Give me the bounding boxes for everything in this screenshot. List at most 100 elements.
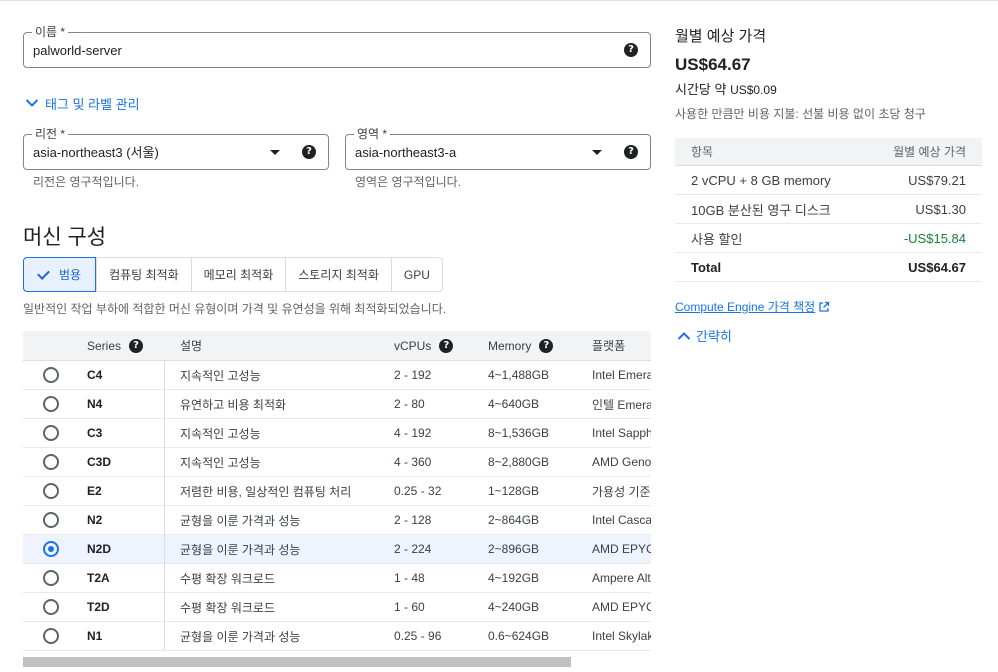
machine-family-description: 일반적인 작업 부하에 적합한 머신 유형이며 가격 및 유연성을 위해 최적화… [23, 302, 447, 316]
check-icon [37, 266, 50, 280]
table-row[interactable]: C3D 지속적인 고성능 4 - 360 8~2,880GB AMD Genoa [23, 448, 651, 477]
table-row[interactable]: N4 유연하고 비용 최적화 2 - 80 4~640GB 인텔 Emera [23, 390, 651, 419]
cell-vcpus: 2 - 128 [394, 513, 432, 527]
cell-platform: AMD EPYC [592, 542, 651, 556]
radio-button[interactable] [43, 599, 59, 615]
manage-tags-link[interactable]: 태그 및 라벨 관리 [25, 94, 140, 112]
tab-compute-optimized[interactable]: 컴퓨팅 최적화 [96, 258, 191, 291]
zone-value: asia-northeast3-a [355, 145, 457, 160]
radio-button[interactable] [43, 454, 59, 470]
table-row[interactable]: N1 균형을 이룬 가격과 성능 0.25 - 96 0.6~624GB Intel S… [23, 622, 651, 651]
tab-storage-optimized[interactable]: 스토리지 최적화 [285, 258, 391, 291]
name-field[interactable]: 이름 * palworld-server ? [23, 25, 651, 68]
pricing-header-row: 항목 월별 예상 가격 [675, 138, 982, 166]
zone-select[interactable]: 영역 * asia-northeast3-a ? [345, 127, 651, 170]
radio-button[interactable] [43, 367, 59, 383]
column-label: vCPUs [394, 338, 432, 353]
tab-general-purpose[interactable]: 범용 [23, 257, 97, 292]
radio-cell [43, 506, 59, 534]
pricing-total-value: US$64.67 [908, 259, 966, 275]
radio-cell [43, 448, 59, 476]
pricing-header-price: 월별 예상 가격 [893, 145, 966, 159]
cell-vcpus: 4 - 192 [394, 426, 432, 440]
cell-platform: 가용성 기준 [592, 484, 651, 499]
pricing-title: 월별 예상 가격 [675, 28, 767, 45]
cell-vcpus: 1 - 48 [394, 571, 425, 585]
radio-cell [43, 622, 59, 650]
table-row[interactable]: C3 지속적인 고성능 4 - 192 8~1,536GB Intel Sapph [23, 419, 651, 448]
cell-memory: 8~2,880GB [488, 455, 550, 469]
cell-series: N1 [87, 629, 103, 643]
cell-platform: Ampere Alt [592, 571, 651, 585]
tab-label: 스토리지 최적화 [298, 268, 379, 282]
manage-tags-label: 태그 및 라벨 관리 [45, 96, 140, 112]
tab-memory-optimized[interactable]: 메모리 최적화 [190, 258, 286, 291]
radio-button[interactable] [43, 512, 59, 528]
table-row[interactable]: T2D 수평 확장 워크로드 1 - 60 4~240GB AMD EPYC [23, 593, 651, 622]
table-row[interactable]: T2A 수평 확장 워크로드 1 - 48 4~192GB Ampere Alt [23, 564, 651, 593]
cell-description: 수평 확장 워크로드 [180, 600, 275, 615]
cell-description: 균형을 이룬 가격과 성능 [180, 629, 301, 644]
table-row[interactable]: E2 저렴한 비용, 일상적인 컴퓨팅 처리 0.25 - 32 1~128GB 가용성… [23, 477, 651, 506]
column-label: Series [87, 338, 122, 353]
cell-vcpus: 0.25 - 96 [394, 629, 442, 643]
cell-memory: 4~1,488GB [488, 368, 550, 382]
cell-description: 지속적인 고성능 [180, 455, 261, 470]
chevron-down-icon [25, 99, 39, 107]
help-icon[interactable]: ? [539, 338, 554, 353]
help-icon[interactable]: ? [624, 43, 638, 57]
monthly-estimate: US$64.67 [675, 55, 751, 74]
region-label: 리전 * [32, 127, 69, 141]
cell-description: 수평 확장 워크로드 [180, 571, 275, 586]
cell-vcpus: 2 - 80 [394, 397, 425, 411]
cell-vcpus: 2 - 224 [394, 542, 432, 556]
cell-vcpus: 0.25 - 32 [394, 484, 442, 498]
pricing-item-price: -US$15.84 [903, 230, 966, 246]
table-row[interactable]: N2D 균형을 이룬 가격과 성능 2 - 224 2~896GB AMD EPYC [23, 535, 651, 564]
table-row[interactable]: C4 지속적인 고성능 2 - 192 4~1,488GB Intel Emera [23, 361, 651, 390]
collapse-link[interactable]: 간략히 [677, 326, 732, 345]
help-icon[interactable]: ? [302, 145, 316, 159]
cell-memory: 2~896GB [488, 542, 540, 556]
radio-button[interactable] [43, 425, 59, 441]
help-icon[interactable]: ? [439, 338, 454, 353]
zone-label: 영역 * [354, 127, 391, 141]
tab-label: GPU [403, 267, 430, 282]
cell-platform: AMD EPYC [592, 600, 651, 614]
radio-button[interactable] [43, 396, 59, 412]
pricing-link[interactable]: Compute Engine 가격 책정 [675, 298, 830, 315]
cell-platform: Intel Casca [592, 513, 651, 527]
cell-series: C4 [87, 368, 103, 382]
cell-platform: Intel Sapph [592, 426, 651, 440]
region-value: asia-northeast3 (서울) [33, 145, 159, 160]
radio-cell [43, 361, 59, 389]
cell-series: T2D [87, 600, 110, 614]
column-header-series: Series ? [87, 331, 144, 360]
pricing-total-row: Total US$64.67 [675, 253, 982, 282]
tab-gpu[interactable]: GPU [390, 258, 442, 291]
cell-vcpus: 2 - 192 [394, 368, 432, 382]
cell-series: N2D [87, 542, 112, 556]
radio-button-selected[interactable] [43, 541, 59, 557]
cell-description: 균형을 이룬 가격과 성능 [180, 513, 301, 528]
table-header: Series ? 설명 vCPUs ? Memory ? 플랫폼 [23, 331, 651, 361]
pricing-item-price: US$1.30 [915, 201, 966, 217]
cell-memory: 4~192GB [488, 571, 540, 585]
pricing-item-label: 사용 할인 [691, 231, 743, 247]
horizontal-scrollbar[interactable] [23, 657, 571, 667]
cell-series: E2 [87, 484, 102, 498]
radio-button[interactable] [43, 628, 59, 644]
radio-button[interactable] [43, 570, 59, 586]
cell-description: 지속적인 고성능 [180, 368, 261, 383]
cell-series: N2 [87, 513, 103, 527]
cell-series: N4 [87, 397, 103, 411]
help-icon[interactable]: ? [624, 145, 638, 159]
cell-series: C3 [87, 426, 103, 440]
name-field-value: palworld-server [33, 43, 122, 58]
pricing-link-label: Compute Engine 가격 책정 [675, 300, 816, 314]
table-row[interactable]: N2 균형을 이룬 가격과 성능 2 - 128 2~864GB Intel Casca [23, 506, 651, 535]
region-select[interactable]: 리전 * asia-northeast3 (서울) ? [23, 127, 329, 170]
collapse-label: 간략히 [696, 329, 732, 344]
radio-button[interactable] [43, 483, 59, 499]
help-icon[interactable]: ? [129, 338, 144, 353]
